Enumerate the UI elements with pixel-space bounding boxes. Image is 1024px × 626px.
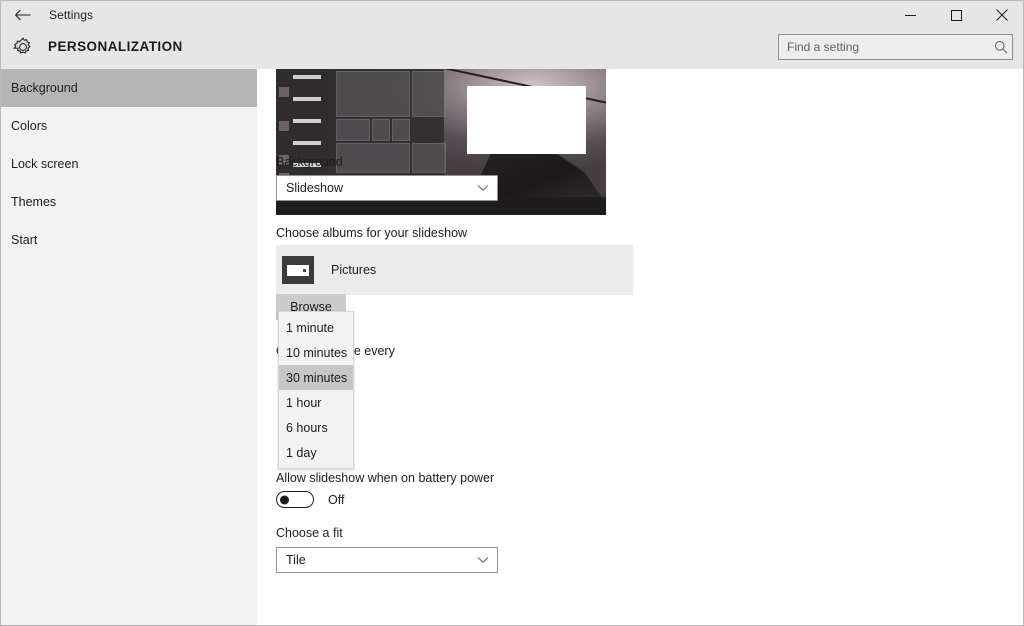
- background-select[interactable]: Slideshow: [276, 175, 498, 201]
- sidebar-item-label: Start: [11, 233, 38, 247]
- dropdown-option-1-hour[interactable]: 1 hour: [279, 390, 353, 415]
- sidebar: Background Colors Lock screen Themes Sta…: [1, 69, 257, 625]
- battery-toggle-row[interactable]: Off: [276, 491, 344, 508]
- preview-popup-window: [467, 85, 587, 154]
- sidebar-item-background[interactable]: Background: [1, 69, 257, 107]
- sidebar-item-colors[interactable]: Colors: [1, 107, 257, 145]
- fit-select-value: Tile: [286, 553, 306, 567]
- search-input[interactable]: [779, 40, 990, 54]
- close-button[interactable]: [979, 1, 1023, 29]
- window-controls: [887, 1, 1023, 29]
- close-icon: [996, 9, 1008, 21]
- dropdown-option-label: 6 hours: [286, 420, 328, 435]
- dropdown-option-1-day[interactable]: 1 day: [279, 440, 353, 465]
- dropdown-option-10-minutes[interactable]: 10 minutes: [279, 340, 353, 365]
- album-name: Pictures: [331, 263, 377, 277]
- dropdown-option-6-hours[interactable]: 6 hours: [279, 415, 353, 440]
- dropdown-option-label: 1 hour: [286, 395, 322, 410]
- album-list: Pictures: [276, 245, 633, 295]
- fit-select[interactable]: Tile: [276, 547, 498, 573]
- battery-toggle[interactable]: [276, 491, 314, 508]
- background-select-value: Slideshow: [286, 181, 343, 195]
- battery-toggle-state: Off: [328, 492, 345, 507]
- toggle-knob: [280, 495, 289, 504]
- background-label: Background: [276, 155, 343, 169]
- minimize-button[interactable]: [887, 1, 933, 29]
- window-title: Settings: [49, 8, 94, 22]
- minimize-icon: [904, 10, 916, 21]
- sidebar-item-lock-screen[interactable]: Lock screen: [1, 145, 257, 183]
- battery-label: Allow slideshow when on battery power: [276, 471, 495, 485]
- sidebar-item-label: Themes: [11, 195, 57, 209]
- title-bar: Settings: [1, 1, 1023, 29]
- page-title: PERSONALIZATION: [48, 39, 183, 54]
- gear-icon: [11, 35, 35, 59]
- folder-icon: [282, 256, 314, 284]
- maximize-button[interactable]: [933, 1, 979, 29]
- search-icon[interactable]: [990, 40, 1012, 54]
- search-box[interactable]: [778, 34, 1013, 60]
- settings-content: Background Slideshow Choose albums for y…: [257, 69, 1023, 625]
- sidebar-item-label: Background: [11, 81, 78, 95]
- dropdown-option-label: 10 minutes: [286, 345, 348, 360]
- back-button[interactable]: [1, 1, 45, 29]
- dropdown-option-1-minute[interactable]: 1 minute: [279, 315, 353, 340]
- dropdown-option-label: 30 minutes: [286, 370, 348, 385]
- chevron-down-icon: [477, 176, 489, 200]
- page-header: PERSONALIZATION: [1, 29, 1023, 69]
- sidebar-item-label: Colors: [11, 119, 48, 133]
- settings-window: Settings PERSONALIZATION Find a setting …: [0, 0, 1024, 626]
- maximize-icon: [950, 9, 962, 21]
- back-arrow-icon: [14, 8, 32, 22]
- dropdown-option-label: 1 minute: [286, 320, 334, 335]
- albums-label: Choose albums for your slideshow: [276, 226, 468, 240]
- change-interval-dropdown[interactable]: 1 minute 10 minutes 30 minutes 1 hour 6 …: [278, 311, 354, 469]
- dropdown-option-label: 1 day: [286, 445, 317, 460]
- album-list-item[interactable]: Pictures: [276, 245, 633, 295]
- chevron-down-icon: [477, 548, 489, 572]
- sidebar-item-label: Lock screen: [11, 157, 79, 171]
- sidebar-item-start[interactable]: Start: [1, 221, 257, 259]
- dropdown-option-30-minutes[interactable]: 30 minutes: [279, 365, 353, 390]
- fit-label: Choose a fit: [276, 526, 343, 540]
- sidebar-item-themes[interactable]: Themes: [1, 183, 257, 221]
